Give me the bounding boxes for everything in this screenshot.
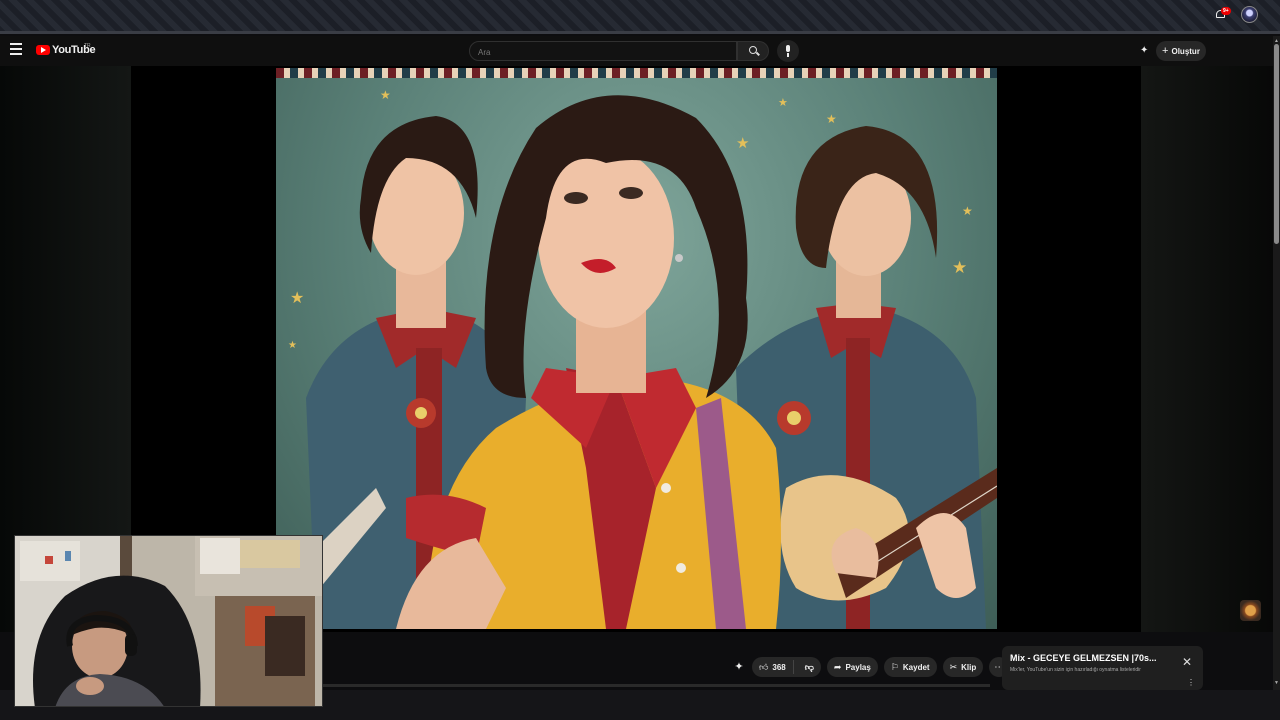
avatar[interactable] [1241,6,1258,23]
dislike-icon[interactable]: 👎︎ [798,662,821,673]
ambient-glow-right [1141,66,1273,632]
search-box[interactable] [469,41,737,62]
os-divider [0,31,1280,34]
video-frame[interactable]: ★ ★ ★ ★ ★ ★ ★ ★ [276,68,997,629]
save-icon: ⚐ [890,661,899,672]
like-icon: 👍︎ [759,661,769,672]
share-icon: ➦ [833,661,842,672]
menu-icon[interactable] [10,43,26,57]
share-button[interactable]: ➦ Paylaş [826,657,878,677]
streamer-webcam-overlay [14,535,323,707]
video-actions: ✦ 👍︎ 368 👎︎ ➦ Paylaş ⚐ Kaydet ✂ Klip ⋯ [732,657,1010,677]
search-button[interactable] [737,41,769,61]
mix-menu-icon[interactable]: ⋮ [1187,678,1195,687]
create-label: Oluştur [1171,46,1200,56]
extension-icon[interactable]: ✦ [732,660,746,674]
region-code: TR [84,43,91,49]
search-input[interactable] [470,43,736,62]
scroll-up-icon[interactable]: ▲ [1274,38,1279,44]
mic-icon[interactable] [777,40,799,62]
scroll-down-icon[interactable]: ▼ [1274,680,1279,686]
create-button[interactable]: + Oluştur [1156,41,1206,61]
create-extension-icon[interactable]: ✦ [1140,45,1152,57]
mix-playlist-card[interactable]: Mix - GECEYE GELMEZSEN |70s... Mix'ler, … [1002,646,1203,690]
clip-icon: ✂ [949,661,958,672]
close-icon[interactable]: ✕ [1182,655,1192,669]
clip-button[interactable]: ✂ Klip [942,657,984,677]
share-label: Paylaş [845,662,871,672]
scrollbar-thumb[interactable] [1274,44,1279,244]
like-count: 368 [772,662,786,672]
save-button[interactable]: ⚐ Kaydet [883,657,937,677]
notification-badge: 9+ [1221,7,1231,15]
youtube-header: YouTube TR ✦ + Oluştur [0,36,1280,66]
mix-subtitle: Mix'ler, YouTube'un sizin için hazırladı… [1010,667,1141,673]
os-background-strip [0,0,1280,34]
like-dislike-bar: 👍︎ 368 👎︎ [752,657,821,677]
album-illustration [276,95,997,629]
save-label: Kaydet [902,662,930,672]
clip-label: Klip [961,662,977,672]
like-button[interactable]: 👍︎ 368 [752,660,794,674]
search-icon [749,46,757,54]
youtube-logo-icon [36,45,50,55]
mix-title[interactable]: Mix - GECEYE GELMEZSEN |70s... [1010,653,1170,663]
description-divider [322,684,990,687]
page-scrollbar[interactable] [1273,36,1280,690]
webcam-feed [15,536,322,706]
create-icon: + [1162,45,1169,57]
channel-watermark-icon[interactable] [1240,600,1261,621]
